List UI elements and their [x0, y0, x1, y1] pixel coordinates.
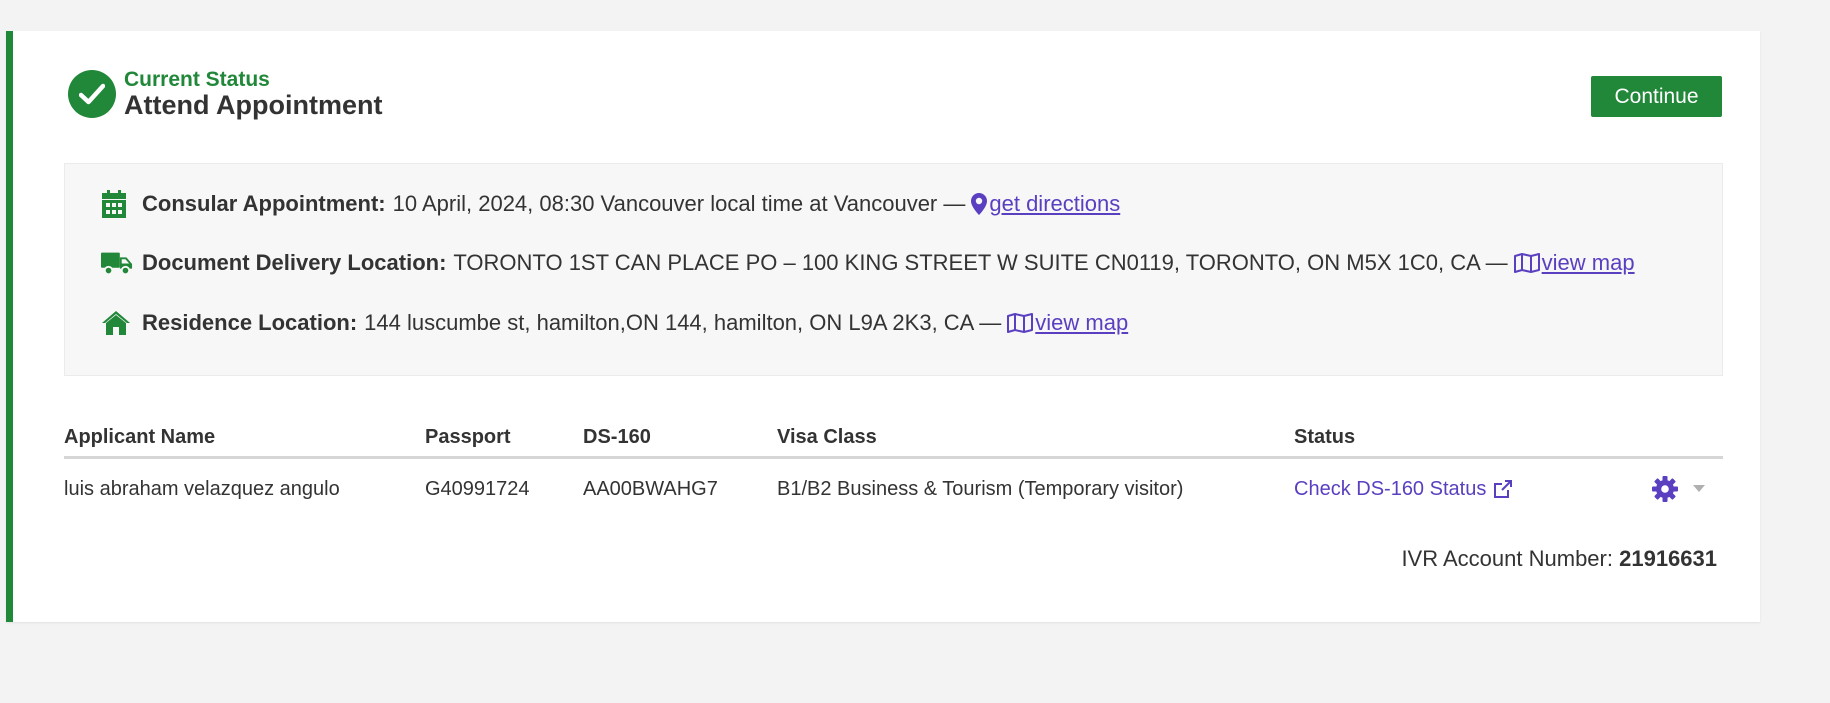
- map-icon: [1513, 253, 1540, 273]
- status-cell: Check DS-160 Status: [1294, 458, 1574, 510]
- delivery-view-map-link[interactable]: view map: [1513, 250, 1635, 276]
- column-header-ds160: DS-160: [583, 424, 777, 459]
- document-delivery-label: Document Delivery Location:: [142, 250, 447, 275]
- status-card: Current Status Attend Appointment Contin…: [6, 31, 1760, 622]
- document-delivery-row: Document Delivery Location: TORONTO 1ST …: [101, 250, 1635, 276]
- applicant-name-cell: luis abraham velazquez angulo: [64, 477, 340, 500]
- external-link-icon: [1494, 480, 1513, 498]
- continue-button[interactable]: Continue: [1591, 76, 1722, 117]
- truck-icon: [101, 250, 133, 276]
- ivr-account-number: IVR Account Number: 21916631: [1401, 546, 1717, 572]
- current-status-header: Current Status Attend Appointment: [68, 69, 382, 119]
- column-header-passport: Passport: [425, 424, 583, 459]
- column-header-status: Status: [1294, 424, 1574, 459]
- check-circle-icon: [68, 70, 116, 118]
- passport-cell: G40991724: [425, 477, 530, 500]
- get-directions-text: get directions: [989, 191, 1121, 216]
- calendar-icon: [101, 190, 133, 218]
- check-ds160-status-link[interactable]: Check DS-160 Status: [1294, 478, 1513, 501]
- residence-location-row: Residence Location: 144 luscumbe st, ham…: [101, 310, 1128, 336]
- residence-location-value: 144 luscumbe st, hamilton,ON 144, hamilt…: [364, 310, 1002, 335]
- table-row: luis abraham velazquez angulo G40991724 …: [64, 458, 1723, 510]
- chevron-down-icon[interactable]: [1693, 485, 1705, 493]
- residence-view-map-text: view map: [1035, 310, 1129, 335]
- visa-class-cell: B1/B2 Business & Tourism (Temporary visi…: [777, 477, 1184, 500]
- applicants-table: Applicant Name Passport DS-160 Visa Clas…: [64, 424, 1723, 509]
- gear-icon[interactable]: [1651, 475, 1679, 503]
- appointment-info-box: Consular Appointment: 10 April, 2024, 08…: [64, 163, 1723, 376]
- consular-appointment-row: Consular Appointment: 10 April, 2024, 08…: [101, 190, 1120, 218]
- settings-dropdown[interactable]: [1574, 475, 1723, 503]
- home-icon: [101, 310, 133, 336]
- consular-appointment-value: 10 April, 2024, 08:30 Vancouver local ti…: [392, 191, 966, 216]
- residence-view-map-link[interactable]: view map: [1007, 310, 1128, 336]
- column-header-visa-class: Visa Class: [777, 424, 1294, 459]
- status-value: Attend Appointment: [124, 90, 383, 120]
- table-header-row: Applicant Name Passport DS-160 Visa Clas…: [64, 424, 1723, 459]
- column-header-actions: [1574, 424, 1723, 459]
- map-marker-icon: [971, 193, 988, 215]
- ivr-account-label: IVR Account Number:: [1401, 546, 1613, 571]
- column-header-applicant-name: Applicant Name: [64, 424, 425, 459]
- get-directions-link[interactable]: get directions: [971, 191, 1120, 217]
- check-ds160-status-text: Check DS-160 Status: [1294, 477, 1487, 500]
- ivr-account-value: 21916631: [1619, 546, 1717, 571]
- delivery-view-map-text: view map: [1541, 250, 1635, 275]
- document-delivery-value: TORONTO 1ST CAN PLACE PO – 100 KING STRE…: [453, 250, 1508, 275]
- actions-cell: [1574, 458, 1723, 510]
- map-icon: [1007, 313, 1034, 333]
- consular-appointment-label: Consular Appointment:: [142, 191, 386, 216]
- status-label: Current Status: [124, 68, 270, 91]
- residence-location-label: Residence Location:: [142, 310, 358, 335]
- ds160-cell: AA00BWAHG7: [583, 477, 718, 500]
